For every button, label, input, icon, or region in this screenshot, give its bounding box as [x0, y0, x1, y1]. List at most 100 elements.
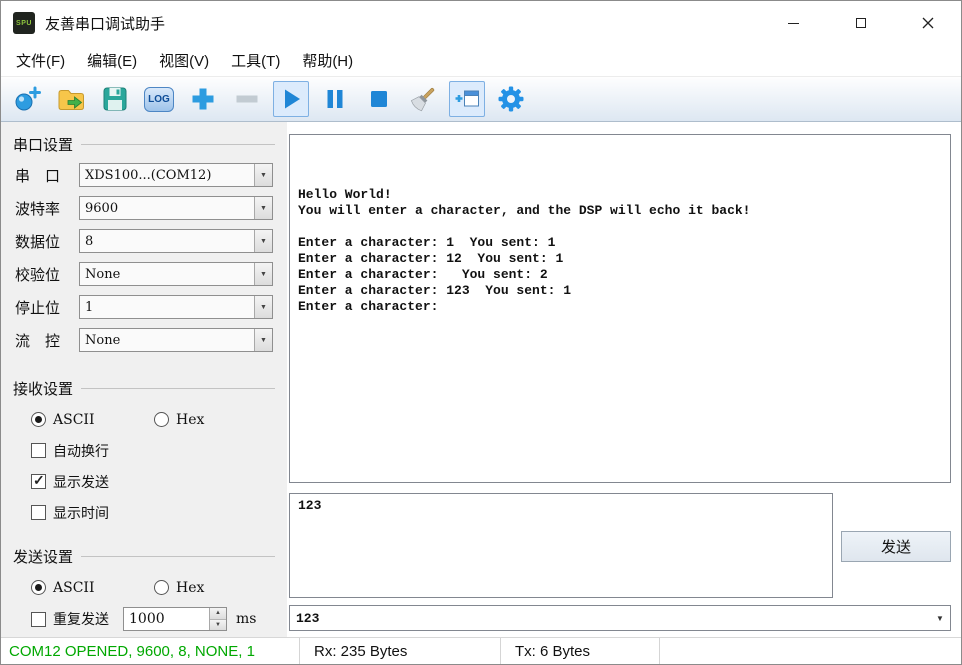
receive-hex-radio[interactable]: Hex: [154, 412, 204, 428]
minimize-button[interactable]: [760, 1, 827, 45]
setting-row-baudrate: 波特率 9600 ▼: [15, 196, 273, 220]
status-spacer: [660, 638, 961, 664]
flowcontrol-label: 流 控: [15, 332, 61, 350]
receive-format-row: ASCII Hex: [31, 410, 275, 429]
port-value: XDS100...(COM12): [85, 167, 212, 183]
send-settings-header: 发送设置: [13, 546, 275, 566]
spinner: ▲ ▼: [209, 608, 226, 630]
show-time-checkbox[interactable]: 显示时间: [31, 503, 109, 523]
start-button[interactable]: [273, 81, 309, 117]
radio-icon: [154, 412, 169, 427]
tx-bytes-status: Tx: 6 Bytes: [515, 642, 591, 660]
port-dropdown[interactable]: XDS100...(COM12) ▼: [79, 163, 273, 187]
autowrap-checkbox[interactable]: 自动换行: [31, 441, 109, 461]
stopbits-label: 停止位: [15, 299, 61, 317]
show-time-row: 显示时间: [31, 503, 275, 522]
toolbar: LOG: [1, 77, 961, 122]
send-ascii-label: ASCII: [53, 579, 95, 596]
receive-ascii-radio[interactable]: ASCII: [31, 412, 154, 428]
settings-button[interactable]: [493, 81, 529, 117]
menu-view[interactable]: 视图(V): [148, 45, 220, 76]
repeat-send-row: 重复发送 1000 ▲ ▼ ms: [31, 607, 275, 631]
add-button[interactable]: [185, 81, 221, 117]
autowrap-label: 自动换行: [53, 443, 109, 460]
menu-help[interactable]: 帮助(H): [291, 45, 364, 76]
content-area: 串口设置 串 口 XDS100...(COM12) ▼ 波特率 9600 ▼ 数…: [1, 122, 961, 637]
spin-up-button[interactable]: ▲: [210, 608, 226, 620]
minimize-icon: [788, 22, 799, 24]
checkbox-icon: [31, 611, 46, 627]
show-send-checkbox[interactable]: 显示发送: [31, 472, 109, 492]
add-window-icon: [455, 90, 479, 107]
show-send-label: 显示发送: [53, 474, 109, 491]
chevron-down-icon: ▼: [254, 329, 272, 351]
app-icon: SPU: [13, 12, 35, 34]
send-format-row: ASCII Hex: [31, 578, 275, 597]
repeat-interval-value: 1000: [129, 611, 165, 627]
spin-down-button[interactable]: ▼: [210, 619, 226, 630]
log-button[interactable]: LOG: [141, 81, 177, 117]
open-button[interactable]: [53, 81, 89, 117]
chevron-down-icon: ▼: [254, 230, 272, 252]
receive-settings-header: 接收设置: [13, 378, 275, 398]
databits-label: 数据位: [15, 233, 61, 251]
maximize-icon: [855, 18, 866, 28]
parity-dropdown[interactable]: None ▼: [79, 262, 273, 286]
stop-button[interactable]: [361, 81, 397, 117]
chevron-down-icon: ▼: [254, 263, 272, 285]
pause-button[interactable]: [317, 81, 353, 117]
clear-button[interactable]: [405, 81, 441, 117]
repeat-interval-input[interactable]: 1000 ▲ ▼: [123, 607, 227, 631]
save-icon: [103, 87, 127, 111]
receive-settings-title: 接收设置: [13, 380, 74, 398]
radio-icon: [31, 412, 46, 427]
parity-value: None: [85, 266, 121, 282]
connect-button[interactable]: [9, 81, 45, 117]
setting-row-flowcontrol: 流 控 None ▼: [15, 328, 273, 352]
stopbits-value: 1: [85, 299, 94, 315]
menu-file[interactable]: 文件(F): [5, 45, 76, 76]
send-input[interactable]: 123: [289, 493, 833, 598]
databits-value: 8: [85, 233, 94, 249]
remove-button[interactable]: [229, 81, 265, 117]
send-history-dropdown[interactable]: 123 ▼: [289, 605, 951, 631]
plus-icon: [192, 88, 214, 110]
send-hex-radio[interactable]: Hex: [154, 580, 204, 596]
flowcontrol-dropdown[interactable]: None ▼: [79, 328, 273, 352]
checkbox-icon: [31, 505, 46, 520]
send-ascii-radio[interactable]: ASCII: [31, 580, 154, 596]
minus-icon: [236, 95, 258, 103]
setting-row-port: 串 口 XDS100...(COM12) ▼: [15, 163, 273, 187]
log-icon: LOG: [144, 86, 174, 112]
send-hex-label: Hex: [176, 579, 205, 596]
flowcontrol-value: None: [85, 332, 121, 348]
baudrate-label: 波特率: [15, 200, 61, 218]
window-title: 友善串口调试助手: [45, 15, 166, 33]
save-button[interactable]: [97, 81, 133, 117]
stopbits-dropdown[interactable]: 1 ▼: [79, 295, 273, 319]
menu-edit[interactable]: 编辑(E): [76, 45, 148, 76]
send-button[interactable]: 发送: [841, 531, 951, 562]
show-time-label: 显示时间: [53, 505, 109, 522]
repeat-send-checkbox[interactable]: 重复发送: [31, 609, 109, 629]
autowrap-row: 自动换行: [31, 441, 275, 460]
databits-dropdown[interactable]: 8 ▼: [79, 229, 273, 253]
maximize-button[interactable]: [827, 1, 894, 45]
baudrate-dropdown[interactable]: 9600 ▼: [79, 196, 273, 220]
panel-toggle-button[interactable]: [449, 81, 485, 117]
menu-tools[interactable]: 工具(T): [220, 45, 291, 76]
checkbox-icon: [31, 472, 46, 489]
settings-panel: 串口设置 串 口 XDS100...(COM12) ▼ 波特率 9600 ▼ 数…: [1, 122, 287, 637]
send-history-value: 123: [296, 610, 320, 626]
app-window: SPU 友善串口调试助手 文件(F) 编辑(E) 视图(V) 工具(T) 帮助(…: [0, 0, 962, 665]
receive-area[interactable]: Hello World! You will enter a character,…: [289, 134, 951, 483]
pause-icon: [327, 90, 343, 108]
play-icon: [285, 89, 300, 109]
chevron-down-icon: ▼: [936, 613, 944, 623]
app-icon-label: SPU: [16, 19, 32, 27]
interval-unit-label: ms: [236, 611, 257, 627]
stop-icon: [371, 91, 387, 107]
broom-icon: [410, 87, 435, 112]
close-button[interactable]: [894, 1, 961, 45]
checkbox-icon: [31, 443, 46, 458]
